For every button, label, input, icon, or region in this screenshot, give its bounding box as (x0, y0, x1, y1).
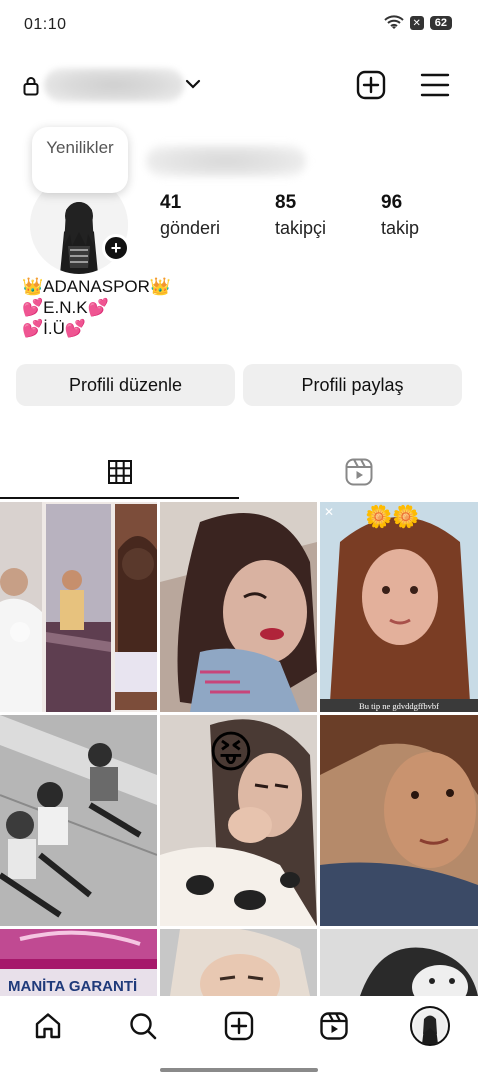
tab-posts-grid[interactable] (0, 444, 239, 500)
posts-grid: 🌼🌼 ✕ Bu tip ne gdvddgffbvbf 😝 MANİTA GAR… (0, 502, 478, 996)
bio-line: 💕E.N.K💕 (22, 298, 109, 317)
nav-profile[interactable] (410, 1006, 450, 1046)
post-thumbnail[interactable] (0, 502, 157, 712)
search-icon (130, 1013, 157, 1040)
bio-line: 💕İ.Ü💕 (22, 319, 87, 338)
post-thumbnail[interactable]: 😝 (160, 715, 317, 926)
posts-label: gönderi (160, 218, 221, 238)
sticker-emoji: 😝 (208, 728, 254, 777)
post-thumbnail[interactable]: 🌼🌼 ✕ Bu tip ne gdvddgffbvbf (320, 502, 478, 712)
lock-icon (23, 77, 39, 96)
note-bubble[interactable]: Yenilikler (32, 127, 128, 193)
add-story-button[interactable]: + (102, 234, 130, 262)
profile-tabs (0, 444, 478, 500)
following-stat[interactable]: 96 takip (381, 192, 419, 239)
bio-line: 👑ADANASPOR👑 (22, 277, 172, 296)
store-sign: MANİTA GARANTİ (8, 978, 137, 995)
plus-square-icon (224, 1011, 254, 1041)
posts-stat[interactable]: 41 gönderi (160, 192, 220, 239)
share-profile-button[interactable]: Profili paylaş (243, 364, 462, 406)
active-tab-indicator (0, 497, 239, 499)
followers-label: takipçi (275, 218, 327, 238)
svg-text:✕: ✕ (324, 505, 334, 519)
status-icons: ✕ 62 (384, 15, 452, 31)
nav-home[interactable] (30, 1008, 66, 1044)
plus-square-icon[interactable] (356, 70, 386, 100)
nav-search[interactable] (125, 1008, 161, 1044)
profile-header (0, 60, 478, 112)
post-thumbnail[interactable] (160, 502, 317, 712)
post-thumbnail[interactable]: MANİTA GARANTİ (0, 929, 157, 996)
battery-indicator: 62 (429, 16, 452, 30)
status-bar: 01:10 ✕ 62 (0, 0, 478, 52)
profile-avatar[interactable]: + (30, 176, 130, 274)
post-thumbnail[interactable] (320, 929, 478, 996)
wifi-icon (384, 15, 404, 29)
post-thumbnail[interactable] (160, 929, 317, 996)
nav-reels[interactable] (316, 1008, 352, 1044)
home-indicator[interactable] (160, 1068, 318, 1072)
followers-count: 85 (275, 192, 297, 213)
display-name (146, 145, 306, 177)
bottom-navigation (0, 996, 478, 1058)
posts-count: 41 (160, 192, 182, 213)
post-thumbnail[interactable] (320, 715, 478, 926)
following-count: 96 (381, 192, 403, 213)
home-icon (35, 1013, 61, 1039)
avatar (410, 1006, 450, 1046)
post-thumbnail[interactable] (0, 715, 157, 926)
reels-icon (320, 1012, 348, 1040)
reels-icon (345, 458, 372, 486)
flower-stickers: 🌼🌼 (365, 504, 420, 529)
followers-stat[interactable]: 85 takipçi (275, 192, 326, 239)
menu-icon[interactable] (420, 72, 450, 98)
grid-icon (107, 460, 132, 484)
tab-reels[interactable] (239, 444, 478, 500)
following-label: takip (381, 218, 420, 238)
edit-profile-button[interactable]: Profili düzenle (16, 364, 235, 406)
nav-create[interactable] (221, 1008, 257, 1044)
username-switcher[interactable] (44, 68, 184, 102)
bio: 👑ADANASPOR👑 💕E.N.K💕 💕İ.Ü💕 (22, 276, 171, 339)
notification-icon: ✕ (409, 16, 424, 30)
chevron-down-icon[interactable] (184, 78, 202, 90)
status-time: 01:10 (24, 16, 67, 33)
caption-overlay: Bu tip ne gdvddgffbvbf (359, 701, 439, 711)
